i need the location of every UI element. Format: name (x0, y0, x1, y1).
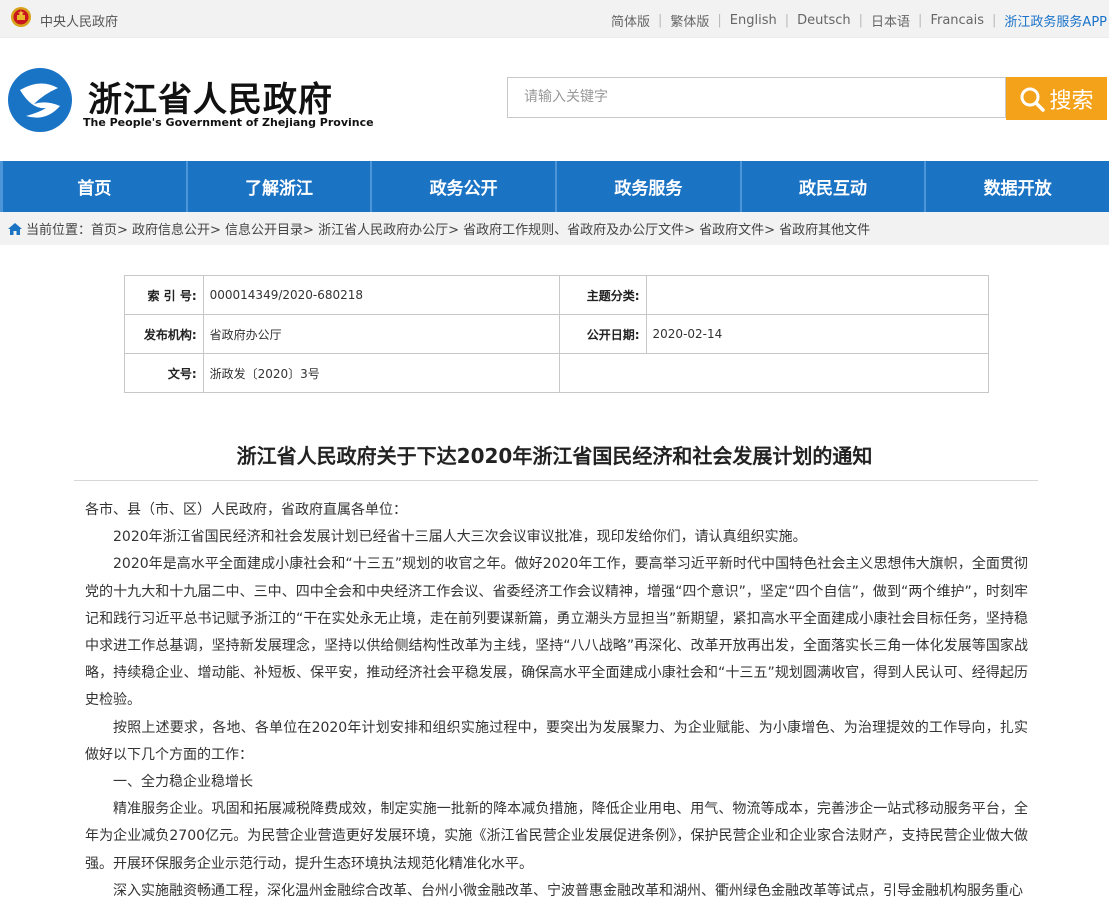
search-input[interactable]: 请输入关键字 (507, 77, 1006, 118)
search-icon (1020, 87, 1046, 112)
meta-publisher-value: 省政府办公厅 (202, 314, 560, 354)
meta-docno-label: 文号: (124, 353, 204, 393)
top-bar: 中央人民政府 简体版 | 繁体版 | English | Deutsch | 日… (0, 0, 1109, 38)
central-gov-link[interactable]: 中央人民政府 (40, 11, 118, 30)
meta-publisher-label: 发布机构: (124, 314, 204, 354)
article-body: 各市、县（市、区）人民政府，省政府直属各单位： 2020年浙江省国民经济和社会发… (85, 497, 1028, 905)
language-links: 简体版 | 繁体版 | English | Deutsch | 日本语 | Fr… (610, 11, 1107, 30)
site-title[interactable]: 浙江省人民政府 (88, 72, 333, 121)
lang-deutsch-link[interactable]: Deutsch (797, 13, 851, 28)
lang-traditional-link[interactable]: 繁体版 (670, 11, 709, 30)
nav-gov-affairs-open[interactable]: 政务公开 (370, 161, 555, 212)
article-paragraph: 2020年是高水平全面建成小康社会和“十三五”规划的收官之年。做好2020年工作… (85, 556, 1028, 709)
search-button[interactable]: 搜索 (1006, 77, 1107, 120)
meta-docno-value: 浙政发〔2020〕3号 (202, 353, 560, 393)
nav-gov-services[interactable]: 政务服务 (555, 161, 740, 212)
lang-english-link[interactable]: English (730, 13, 777, 28)
article-paragraph: 按照上述要求，各地、各单位在2020年计划安排和组织实施过程中，要突出为发展聚力… (85, 719, 1028, 763)
meta-date-value: 2020-02-14 (645, 314, 990, 354)
article-title: 浙江省人民政府关于下达2020年浙江省国民经济和社会发展计划的通知 (236, 444, 873, 468)
title-divider (74, 480, 1038, 481)
main-nav: 首页 了解浙江 政务公开 政务服务 政民互动 数据开放 (0, 161, 1109, 212)
site-subtitle: The People's Government of Zhejiang Prov… (83, 116, 374, 129)
article-section-heading: 一、全力稳企业稳增长 (113, 774, 253, 791)
meta-index-label: 索 引 号: (124, 275, 204, 315)
nav-interaction[interactable]: 政民互动 (739, 161, 925, 212)
meta-topic-label: 主题分类: (558, 275, 647, 315)
site-header: 浙江省人民政府 The People's Government of Zheji… (0, 38, 1109, 161)
article-paragraph: 各市、县（市、区）人民政府，省政府直属各单位： (85, 502, 407, 518)
meta-index-value: 000014349/2020-680218 (202, 275, 560, 315)
article-paragraph: 深入实施融资畅通工程，深化温州金融综合改革、台州小微金融改革、宁波普惠金融改革和… (113, 882, 1023, 899)
meta-topic-value (645, 275, 990, 315)
nav-open-data[interactable]: 数据开放 (924, 161, 1109, 212)
document-meta-table: 索 引 号: 000014349/2020-680218 主题分类: 发布机构:… (124, 275, 990, 393)
nav-home[interactable]: 首页 (0, 161, 186, 212)
national-emblem-icon (11, 7, 31, 27)
zhejiang-app-link[interactable]: 浙江政务服务APP (1004, 11, 1107, 30)
breadcrumb: 当前位置：首页> 政府信息公开> 信息公开目录> 浙江省人民政府办公厅> 省政府… (0, 212, 1109, 245)
lang-simplified-link[interactable]: 简体版 (611, 11, 650, 30)
breadcrumb-text[interactable]: 当前位置：首页> 政府信息公开> 信息公开目录> 浙江省人民政府办公厅> 省政府… (26, 219, 870, 238)
nav-about-zhejiang[interactable]: 了解浙江 (185, 161, 371, 212)
meta-date-label: 公开日期: (558, 314, 647, 354)
article-paragraph: 精准服务企业。巩固和拓展减税降费成效，制定实施一批新的降本减负措施，降低企业用电… (85, 801, 1028, 872)
lang-japanese-link[interactable]: 日本语 (871, 11, 910, 30)
search-button-label: 搜索 (1049, 88, 1094, 114)
zhejiang-logo-icon[interactable] (6, 66, 74, 134)
article-paragraph: 2020年浙江省国民经济和社会发展计划已经省十三届人大三次会议审议批准，现印发给… (113, 529, 807, 546)
home-icon (8, 222, 22, 235)
lang-french-link[interactable]: Francais (930, 13, 984, 28)
